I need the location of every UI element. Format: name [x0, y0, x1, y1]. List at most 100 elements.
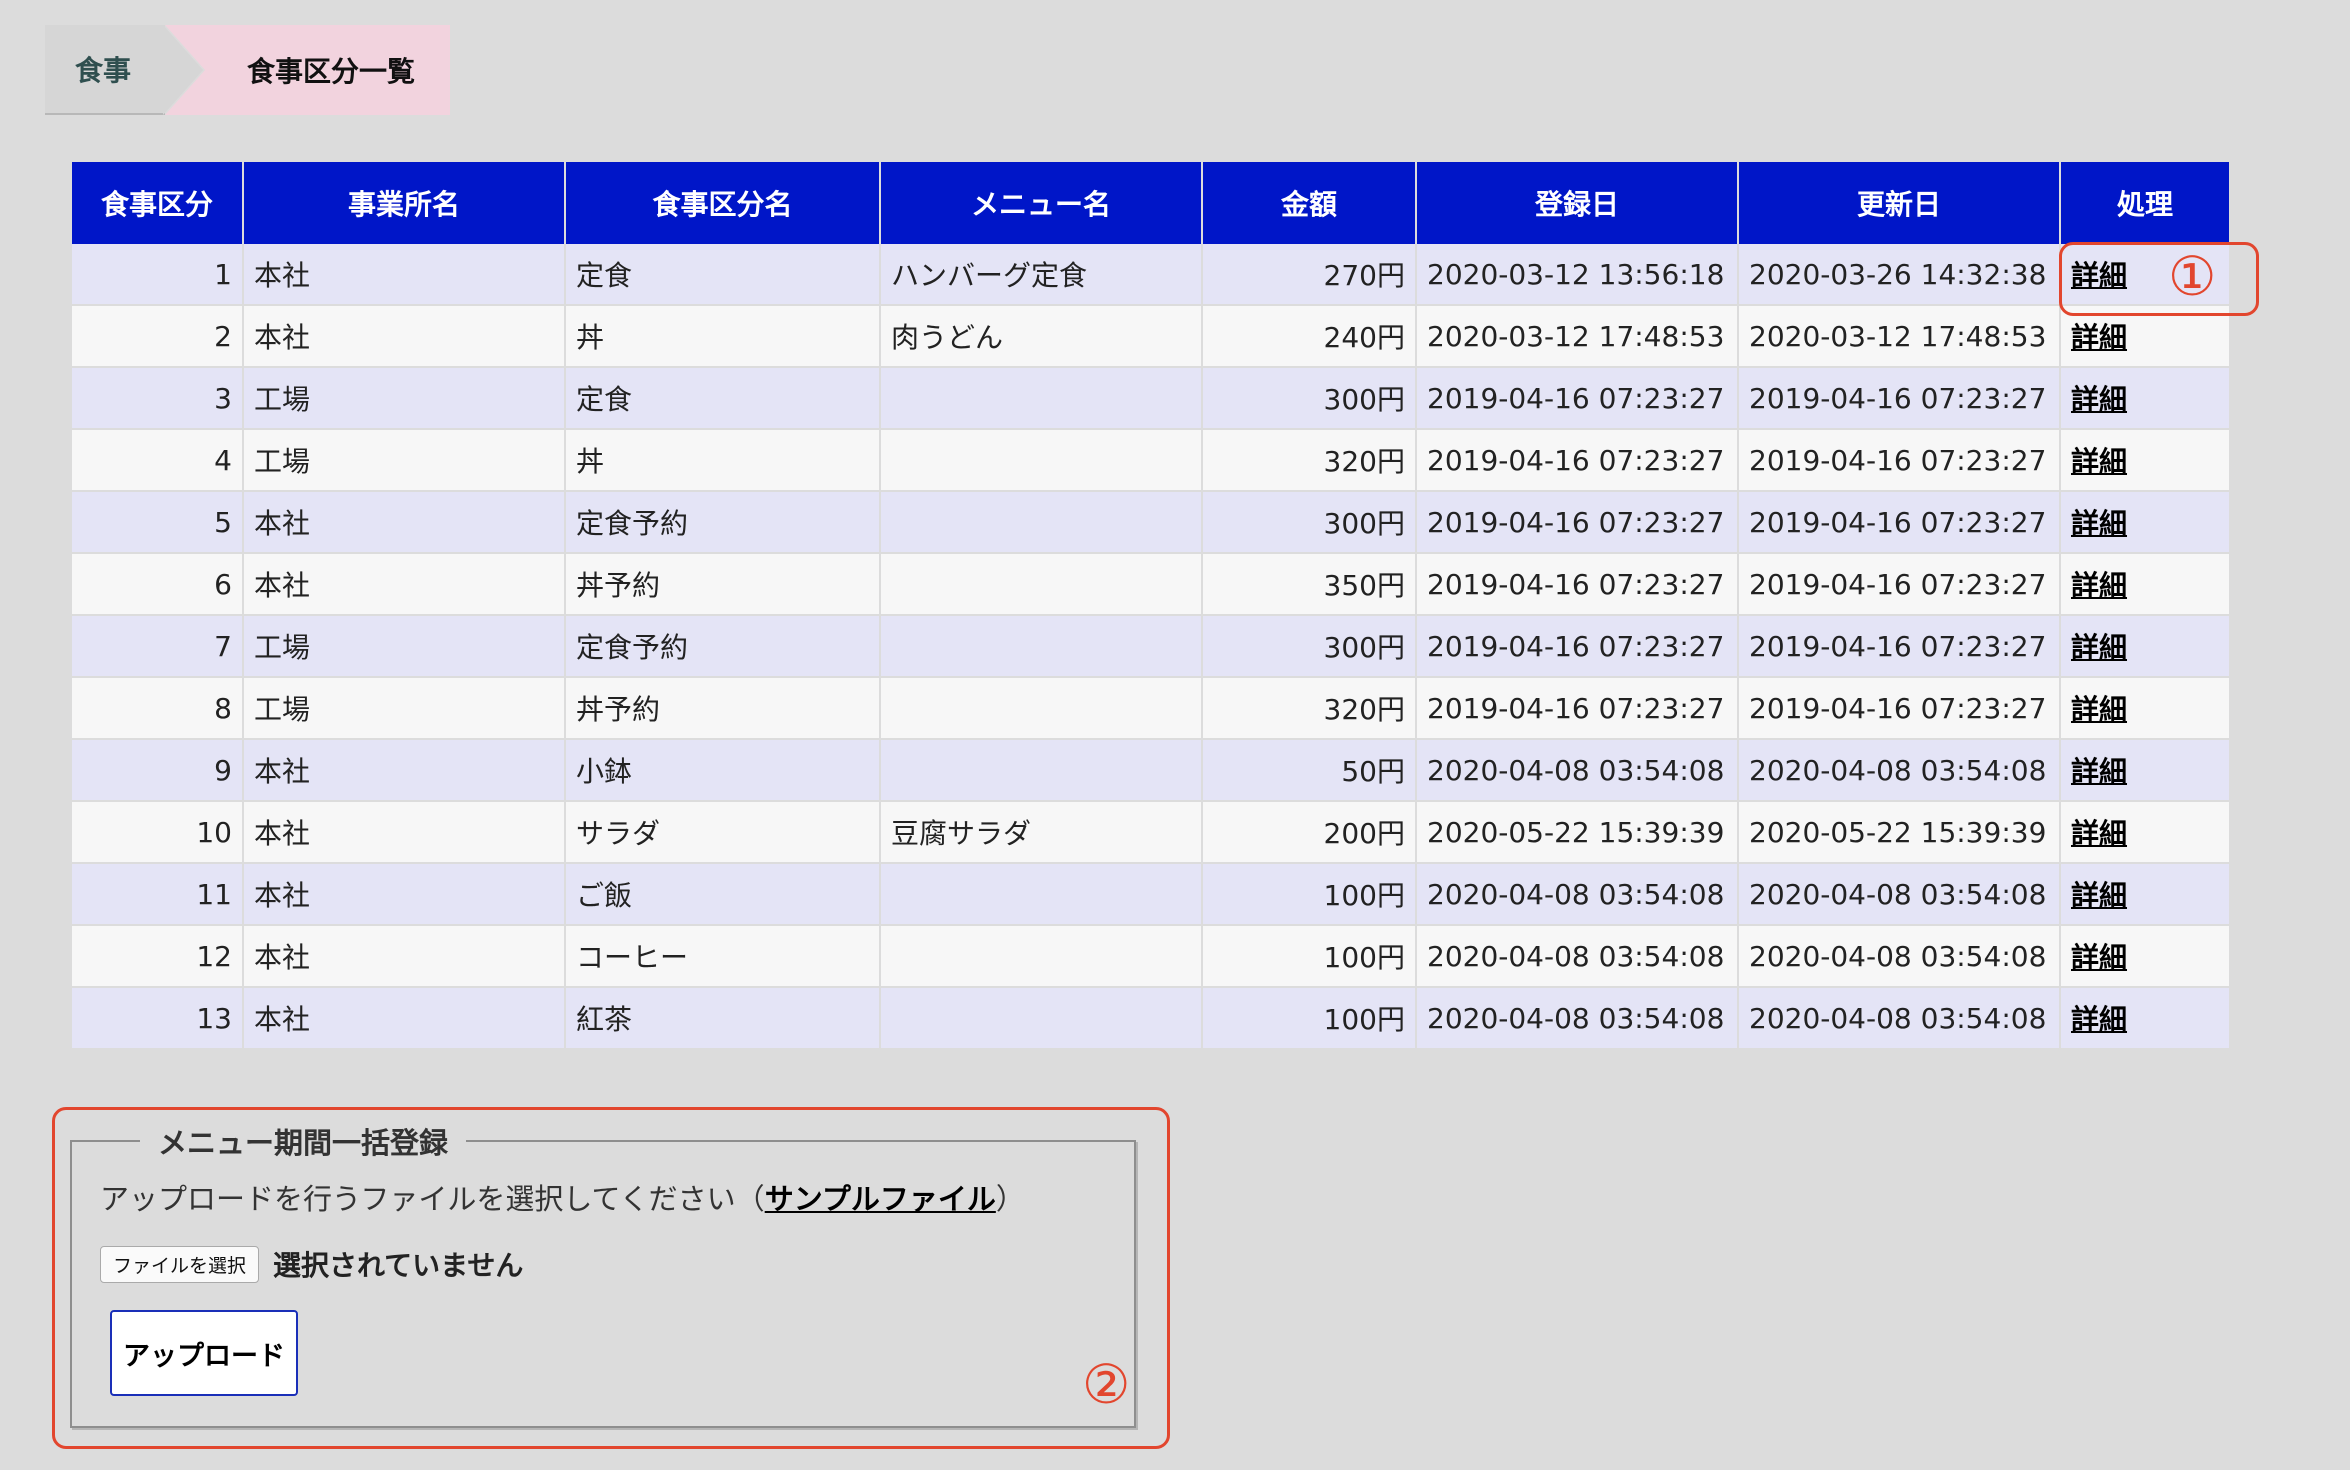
detail-link[interactable]: 詳細	[2071, 569, 2127, 602]
bulk-upload-fieldset: メニュー期間一括登録 アップロードを行うファイルを選択してください（サンプルファ…	[70, 1120, 1136, 1428]
detail-link[interactable]: 詳細	[2071, 817, 2127, 850]
header-action: 処理	[2060, 162, 2229, 244]
cell-price: 100円	[1202, 863, 1417, 926]
breadcrumb-current: 食事区分一覧	[165, 25, 450, 115]
detail-link[interactable]: 詳細	[2071, 507, 2127, 540]
header-menu-name: メニュー名	[880, 162, 1203, 244]
detail-link[interactable]: 詳細	[2071, 879, 2127, 912]
cell-updated-date: 2019-04-16 07:23:27	[1738, 491, 2061, 554]
cell-created-date: 2019-04-16 07:23:27	[1416, 677, 1739, 740]
header-updated-date: 更新日	[1738, 162, 2061, 244]
table-row: 5 本社 定食予約 300円 2019-04-16 07:23:27 2019-04-16…	[72, 491, 2229, 554]
cell-menu-name	[880, 863, 1203, 926]
cell-meal-category: 5	[72, 491, 244, 554]
cell-office-name: 本社	[243, 553, 566, 616]
cell-updated-date: 2019-04-16 07:23:27	[1738, 553, 2061, 616]
detail-link[interactable]: 詳細	[2071, 383, 2127, 416]
cell-office-name: 工場	[243, 367, 566, 430]
detail-link[interactable]: 詳細	[2071, 755, 2127, 788]
cell-action: 詳細	[2060, 429, 2229, 492]
breadcrumb-home[interactable]: 食事	[45, 25, 165, 115]
cell-meal-category: 12	[72, 925, 244, 988]
cell-office-name: 本社	[243, 305, 566, 368]
cell-updated-date: 2020-03-12 17:48:53	[1738, 305, 2061, 368]
header-meal-category: 食事区分	[72, 162, 244, 244]
upload-instruction-text: アップロードを行うファイルを選択してください（	[100, 1182, 765, 1216]
table-row: 2 本社丼肉うどん 240円 2020-03-12 17:48:53 2020-03-1…	[72, 305, 2229, 368]
breadcrumb-current-label: 食事区分一覧	[247, 55, 416, 88]
cell-created-date: 2019-04-16 07:23:27	[1416, 553, 1739, 616]
cell-action: 詳細	[2060, 987, 2229, 1050]
table-row: 3 工場 定食 300円 2019-04-16 07:23:27 2019-04-16 0…	[72, 367, 2229, 430]
cell-meal-category: 10	[72, 801, 244, 864]
cell-office-name: 本社	[243, 244, 566, 306]
header-price: 金額	[1202, 162, 1417, 244]
detail-link[interactable]: 詳細	[2071, 445, 2127, 478]
cell-price: 100円	[1202, 925, 1417, 988]
cell-category-name: 丼予約	[565, 553, 881, 616]
cell-action: 詳細	[2060, 491, 2229, 554]
table-row: 4 工場丼 320円 2019-04-16 07:23:27 2019-04-16 07…	[72, 429, 2229, 492]
cell-office-name: 本社	[243, 925, 566, 988]
detail-link[interactable]: 詳細	[2071, 1003, 2127, 1036]
cell-meal-category: 7	[72, 615, 244, 678]
cell-category-name: 丼	[565, 305, 881, 368]
detail-link[interactable]: 詳細	[2071, 941, 2127, 974]
upload-instruction-close: ）	[995, 1182, 1025, 1216]
cell-menu-name	[880, 615, 1203, 678]
cell-updated-date: 2019-04-16 07:23:27	[1738, 677, 2061, 740]
cell-office-name: 工場	[243, 429, 566, 492]
breadcrumb-home-label[interactable]: 食事	[75, 49, 131, 89]
cell-action: 詳細	[2060, 739, 2229, 802]
sample-file-link[interactable]: サンプルファイル	[765, 1182, 996, 1216]
cell-updated-date: 2020-04-08 03:54:08	[1738, 987, 2061, 1050]
table-row: 8 工場 丼予約 320円 2019-04-16 07:23:27 2019-04-16 …	[72, 677, 2229, 740]
meal-category-table: 食事区分 事業所名 食事区分名 メニュー名 金額 登録日 更新日 処理 1 本社定…	[72, 162, 2229, 1050]
cell-menu-name: 豆腐サラダ	[880, 801, 1203, 864]
breadcrumb: 食事 食事区分一覧	[45, 25, 450, 115]
cell-created-date: 2019-04-16 07:23:27	[1416, 491, 1739, 554]
table-row: 10 本社 サラダ 豆腐サラダ 200円 2020-05-22 15:39:39 2020-…	[72, 801, 2229, 864]
cell-price: 300円	[1202, 491, 1417, 554]
file-status-text: 選択されていません	[273, 1249, 524, 1282]
table-row: 12 本社 コーヒー 100円 2020-04-08 03:54:08 2020-04-0…	[72, 925, 2229, 988]
cell-action: 詳細	[2060, 925, 2229, 988]
cell-price: 100円	[1202, 987, 1417, 1050]
annotation-number-2: ②	[1082, 1353, 1131, 1416]
cell-price: 350円	[1202, 553, 1417, 616]
table-row: 9 本社 小鉢 50円 2020-04-08 03:54:08 2020-04-08 03…	[72, 739, 2229, 802]
annotation-highlight-detail	[2059, 242, 2259, 316]
cell-menu-name	[880, 925, 1203, 988]
bulk-upload-legend: メニュー期間一括登録	[158, 1126, 449, 1160]
cell-updated-date: 2020-04-08 03:54:08	[1738, 863, 2061, 926]
cell-meal-category: 4	[72, 429, 244, 492]
upload-button[interactable]: アップロード	[110, 1310, 298, 1396]
cell-office-name: 本社	[243, 863, 566, 926]
cell-updated-date: 2020-04-08 03:54:08	[1738, 739, 2061, 802]
cell-meal-category: 1	[72, 244, 244, 306]
detail-link[interactable]: 詳細	[2071, 631, 2127, 664]
detail-link[interactable]: 詳細	[2071, 693, 2127, 726]
cell-updated-date: 2019-04-16 07:23:27	[1738, 429, 2061, 492]
table-row: 6 本社 丼予約 350円 2019-04-16 07:23:27 2019-04-16 …	[72, 553, 2229, 616]
cell-menu-name	[880, 429, 1203, 492]
cell-created-date: 2020-04-08 03:54:08	[1416, 739, 1739, 802]
cell-menu-name: ハンバーグ定食	[880, 244, 1203, 306]
cell-updated-date: 2020-03-26 14:32:38	[1738, 244, 2061, 306]
cell-meal-category: 11	[72, 863, 244, 926]
detail-link[interactable]: 詳細	[2071, 321, 2127, 354]
cell-meal-category: 6	[72, 553, 244, 616]
cell-menu-name	[880, 491, 1203, 554]
cell-updated-date: 2020-05-22 15:39:39	[1738, 801, 2061, 864]
choose-file-button[interactable]: ファイルを選択	[100, 1245, 260, 1283]
cell-created-date: 2020-04-08 03:54:08	[1416, 863, 1739, 926]
cell-created-date: 2020-03-12 13:56:18	[1416, 244, 1739, 306]
header-category-name: 食事区分名	[565, 162, 881, 244]
cell-created-date: 2020-04-08 03:54:08	[1416, 925, 1739, 988]
header-created-date: 登録日	[1416, 162, 1739, 244]
cell-office-name: 工場	[243, 615, 566, 678]
cell-action: 詳細	[2060, 615, 2229, 678]
cell-created-date: 2020-03-12 17:48:53	[1416, 305, 1739, 368]
cell-price: 240円	[1202, 305, 1417, 368]
cell-price: 50円	[1202, 739, 1417, 802]
